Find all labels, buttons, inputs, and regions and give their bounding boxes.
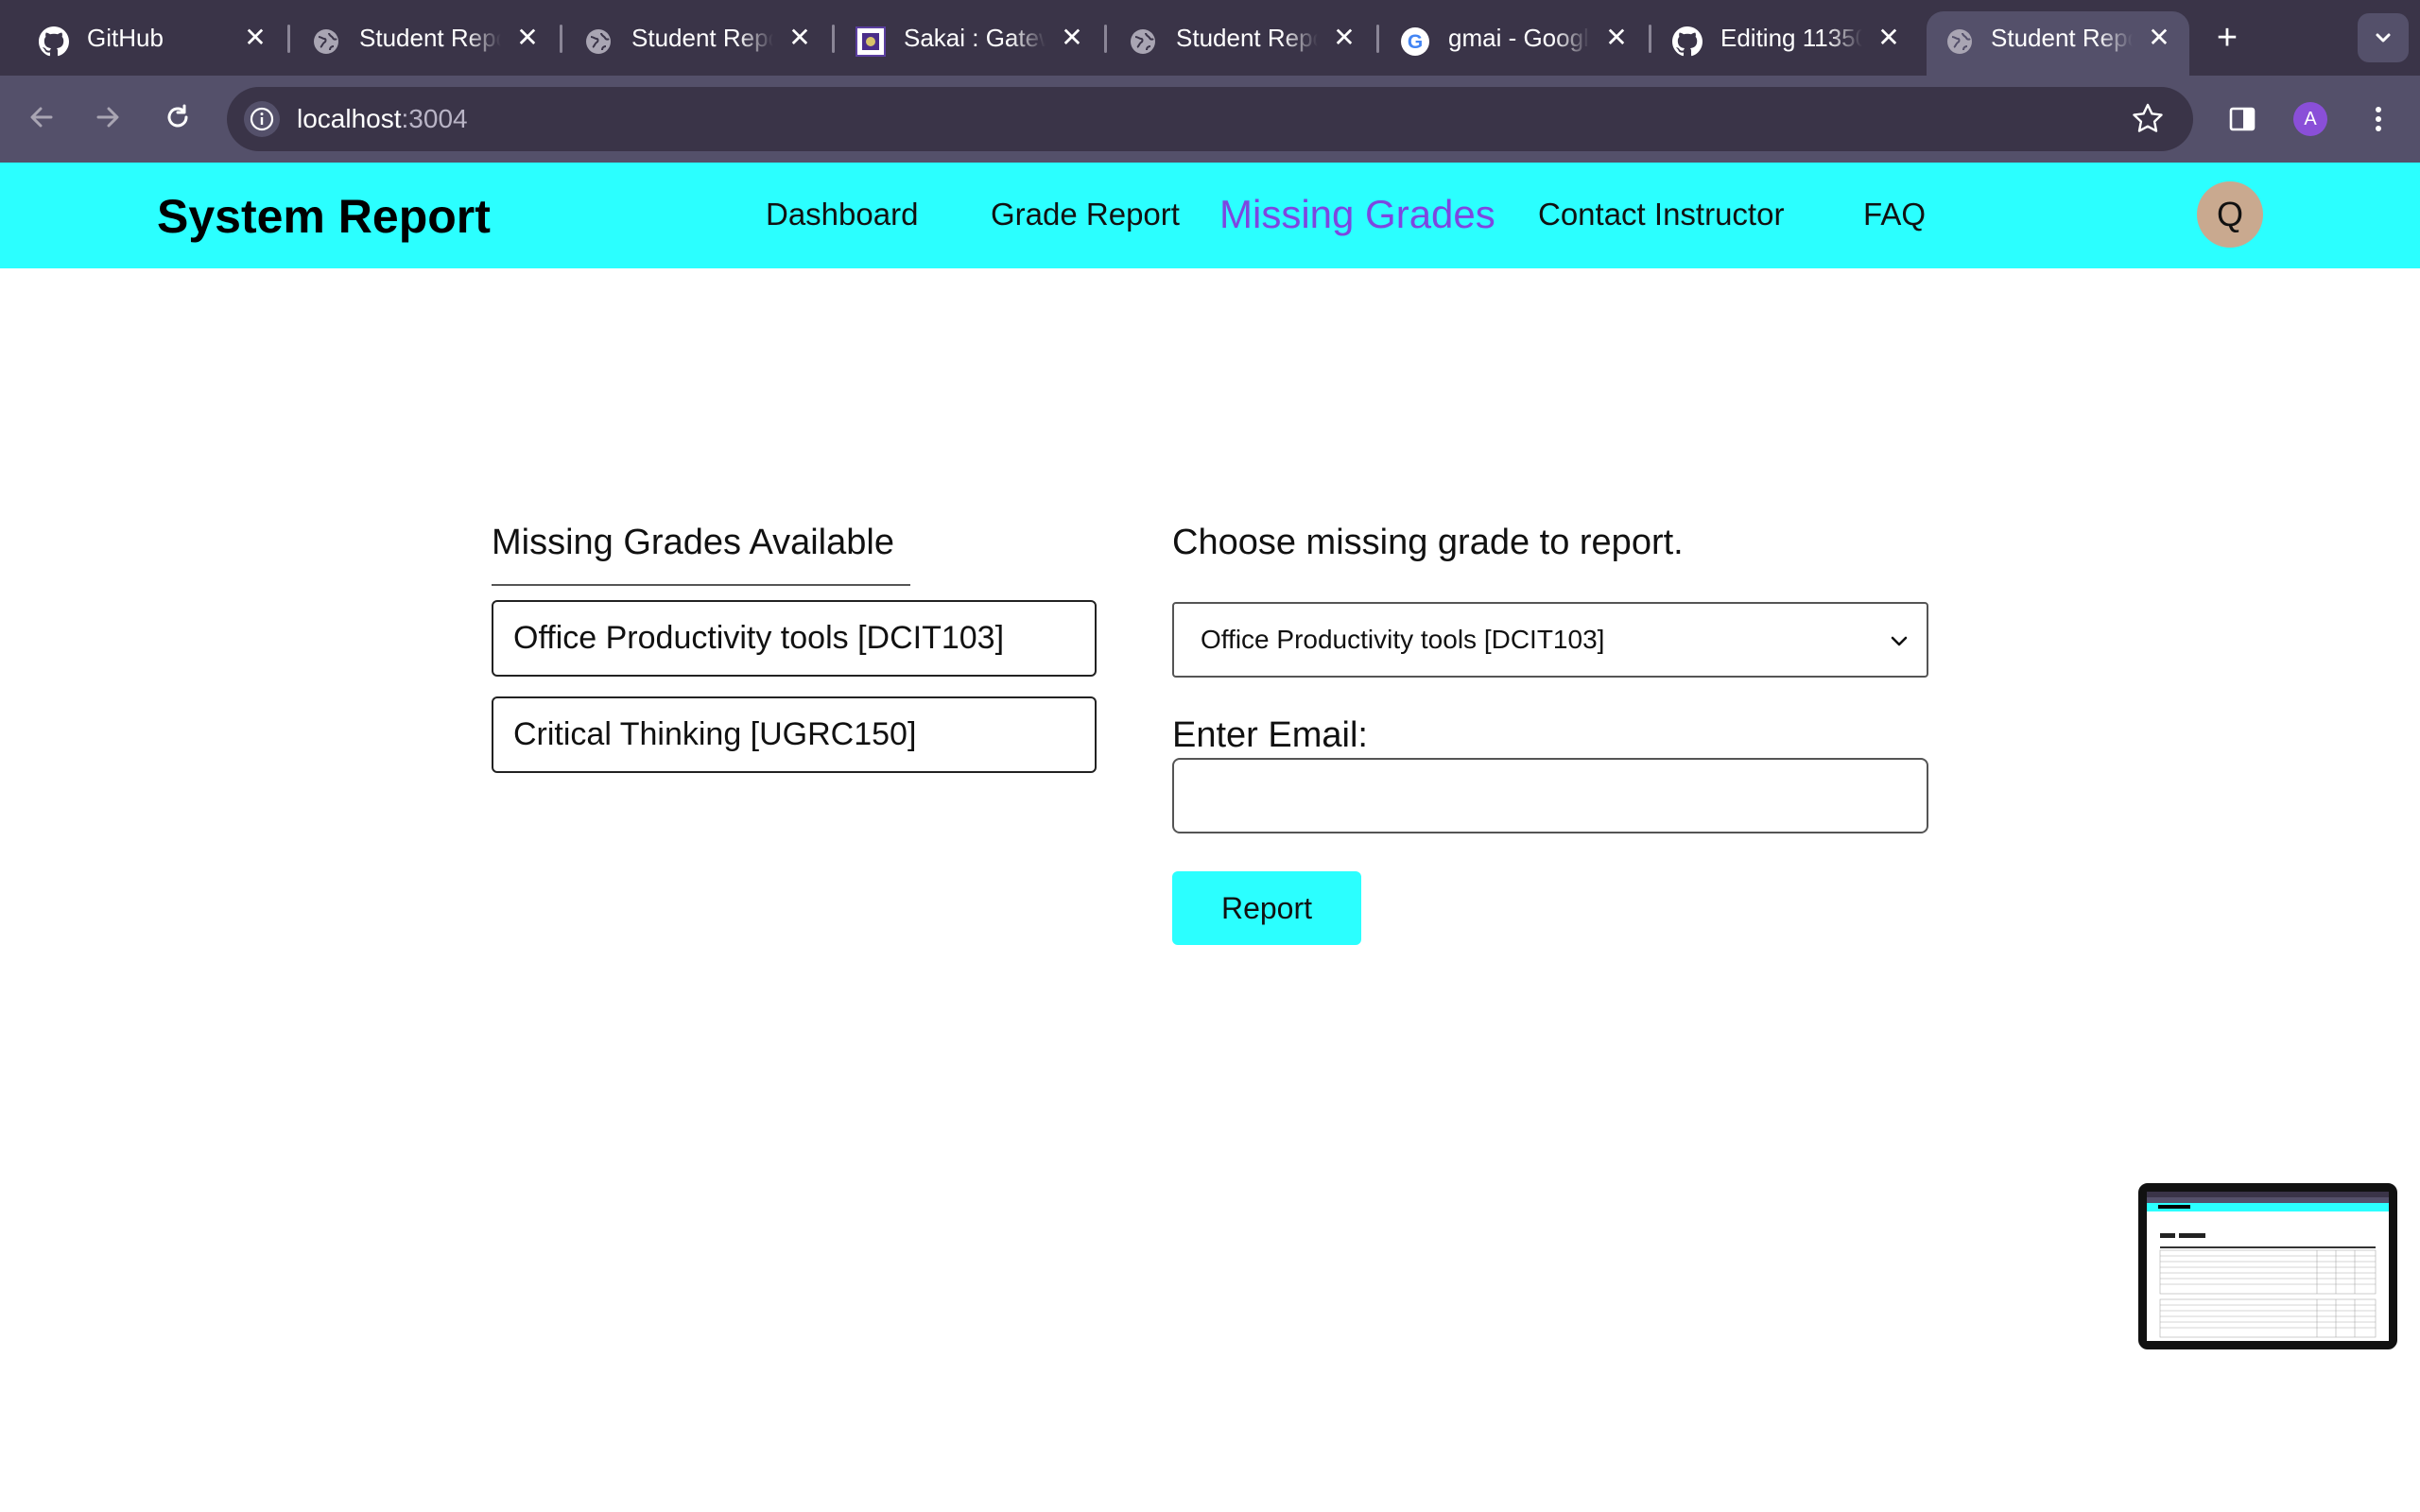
arrow-left-icon: [30, 107, 53, 128]
tab-title: Sakai : Gateway: [904, 24, 1046, 52]
course-select-value: Office Productivity tools [DCIT103]: [1201, 625, 1605, 654]
missing-grade-item[interactable]: Office Productivity tools [DCIT103]: [492, 600, 1097, 677]
menu-kebab-icon[interactable]: [2358, 98, 2399, 140]
side-panel-icon[interactable]: [2221, 98, 2263, 140]
brand-title[interactable]: System Report: [157, 189, 491, 244]
sakai-icon: [855, 26, 887, 58]
tab-title: GitHub: [87, 24, 164, 52]
heading-underline: [492, 584, 910, 586]
url-text: localhost:3004: [297, 87, 468, 151]
thumbnail-image: [2147, 1192, 2389, 1338]
github-icon: [38, 26, 70, 58]
close-icon[interactable]: ✕: [1601, 23, 1632, 53]
browser-tab-strip: GitHub ✕ Student Report ✕ Student Report…: [0, 0, 2420, 76]
tab-title: Student Report: [1991, 24, 2133, 52]
globe-icon: [582, 26, 614, 58]
new-tab-button[interactable]: +: [2210, 19, 2244, 57]
browser-tab-active[interactable]: Student Report ✕: [1927, 11, 2189, 76]
report-button[interactable]: Report: [1172, 871, 1361, 945]
tab-title: Student Report: [359, 24, 501, 52]
close-icon[interactable]: ✕: [1057, 23, 1087, 53]
bookmark-star-icon[interactable]: [2131, 102, 2165, 141]
back-button[interactable]: [21, 96, 62, 138]
profile-avatar[interactable]: A: [2293, 102, 2327, 136]
report-form-heading: Choose missing grade to report.: [1172, 523, 1684, 562]
browser-tab[interactable]: GitHub ✕: [0, 11, 284, 76]
url-host: localhost: [297, 104, 402, 133]
reload-icon: [167, 104, 188, 128]
site-info-icon[interactable]: [244, 101, 280, 137]
user-avatar[interactable]: Q: [2197, 181, 2263, 248]
reload-button[interactable]: [157, 96, 199, 138]
tab-title: Student Report: [1176, 24, 1318, 52]
tab-title: gmai - Google Search: [1448, 24, 1590, 52]
chevron-down-icon: [2376, 33, 2391, 43]
browser-toolbar: localhost:3004 A: [0, 76, 2420, 163]
address-bar[interactable]: localhost:3004: [227, 87, 2193, 151]
browser-tab[interactable]: Sakai : Gateway ✕: [817, 11, 1100, 76]
tab-title: Editing 11350: [1720, 24, 1862, 52]
tab-title: Student Report: [631, 24, 773, 52]
screenshot-thumbnail[interactable]: [2138, 1183, 2397, 1349]
thumbnail-preview: [2147, 1192, 2389, 1341]
browser-tab[interactable]: Student Report ✕: [544, 11, 828, 76]
missing-grade-item[interactable]: Critical Thinking [UGRC150]: [492, 696, 1097, 773]
missing-grades-heading: Missing Grades Available: [492, 523, 894, 562]
globe-icon: [1127, 26, 1159, 58]
nav-link-contact-instructor[interactable]: Contact Instructor: [1538, 197, 1784, 232]
browser-tab[interactable]: Student Report ✕: [1089, 11, 1373, 76]
chevron-down-icon: [1891, 636, 1908, 646]
globe-icon: [310, 26, 342, 58]
email-input[interactable]: [1172, 758, 1928, 833]
browser-tab[interactable]: G gmai - Google Search ✕: [1361, 11, 1645, 76]
google-icon: G: [1399, 26, 1431, 58]
svg-text:G: G: [1408, 31, 1423, 53]
course-select[interactable]: Office Productivity tools [DCIT103]: [1172, 602, 1928, 678]
nav-link-dashboard[interactable]: Dashboard: [766, 197, 918, 232]
forward-button[interactable]: [87, 96, 129, 138]
github-icon: [1671, 26, 1703, 58]
close-icon[interactable]: ✕: [1329, 23, 1359, 53]
close-icon[interactable]: ✕: [1874, 23, 1904, 53]
tab-search-button[interactable]: [2358, 13, 2409, 62]
globe-icon: [1944, 26, 1976, 58]
close-icon[interactable]: ✕: [2144, 23, 2174, 53]
close-icon[interactable]: ✕: [512, 23, 543, 53]
app-navbar: System Report Dashboard Grade Report Mis…: [0, 163, 2420, 268]
nav-link-missing-grades[interactable]: Missing Grades: [1219, 192, 1495, 237]
browser-tab[interactable]: Student Report ✕: [272, 11, 556, 76]
nav-link-faq[interactable]: FAQ: [1863, 197, 1926, 232]
nav-link-grade-report[interactable]: Grade Report: [991, 197, 1180, 232]
close-icon[interactable]: ✕: [240, 23, 270, 53]
email-label: Enter Email:: [1172, 715, 1368, 755]
browser-tab[interactable]: Editing 11350 ✕: [1634, 11, 1917, 76]
close-icon[interactable]: ✕: [785, 23, 815, 53]
url-port: :3004: [401, 104, 468, 133]
arrow-right-icon: [96, 107, 119, 128]
